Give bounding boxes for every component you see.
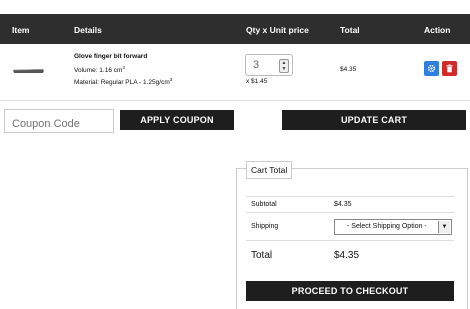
update-cart-button[interactable]: UPDATE CART: [282, 110, 466, 130]
shipping-label: Shipping: [251, 223, 279, 230]
header-details: Details: [74, 25, 102, 35]
chevron-down-icon[interactable]: ▼: [438, 221, 450, 233]
subtotal-label: Subtotal: [251, 201, 277, 208]
total-value: $4.35: [334, 250, 360, 261]
subtotal-value: $4.35: [334, 201, 352, 208]
subtotal-row: Subtotal $4.35: [246, 196, 454, 213]
cart-total-legend: Cart Total: [246, 161, 293, 179]
shipping-select[interactable]: - Select Shipping Option - ▼: [334, 219, 452, 235]
quantity-stepper[interactable]: 3 ▲ ▼: [245, 54, 293, 76]
gear-icon: [427, 64, 436, 73]
delete-button[interactable]: [442, 61, 457, 76]
header-total: Total: [340, 25, 360, 35]
header-qty-price: Qty x Unit price: [246, 25, 309, 35]
product-volume: Volume: 1.16 cm3: [74, 65, 125, 75]
product-name[interactable]: Glove finger bit forward: [74, 53, 147, 60]
proceed-to-checkout-button[interactable]: PROCEED TO CHECKOUT: [246, 281, 454, 301]
item-total: $4.35: [340, 66, 357, 73]
shipping-select-value: - Select Shipping Option -: [347, 223, 427, 230]
cart-item-row: [0, 44, 470, 101]
unit-price: x $1.45: [246, 78, 268, 85]
chevron-down-icon[interactable]: ▼: [280, 66, 288, 72]
total-label: Total: [251, 250, 273, 261]
cart-table-header: Item Details Qty x Unit price Total Acti…: [0, 14, 470, 44]
product-thumbnail[interactable]: [12, 66, 46, 76]
coupon-code-input[interactable]: [4, 109, 114, 133]
quantity-spinner[interactable]: ▲ ▼: [279, 59, 289, 73]
header-item: Item: [12, 25, 30, 35]
quantity-value: 3: [253, 59, 260, 71]
header-action: Action: [424, 25, 451, 35]
settings-button[interactable]: [424, 61, 439, 76]
product-material: Material: Regular PLA - 1.25g/cm3: [74, 77, 173, 87]
total-row: Total $4.35: [246, 240, 454, 271]
trash-icon: [446, 64, 453, 73]
apply-coupon-button[interactable]: APPLY COUPON: [120, 110, 234, 130]
